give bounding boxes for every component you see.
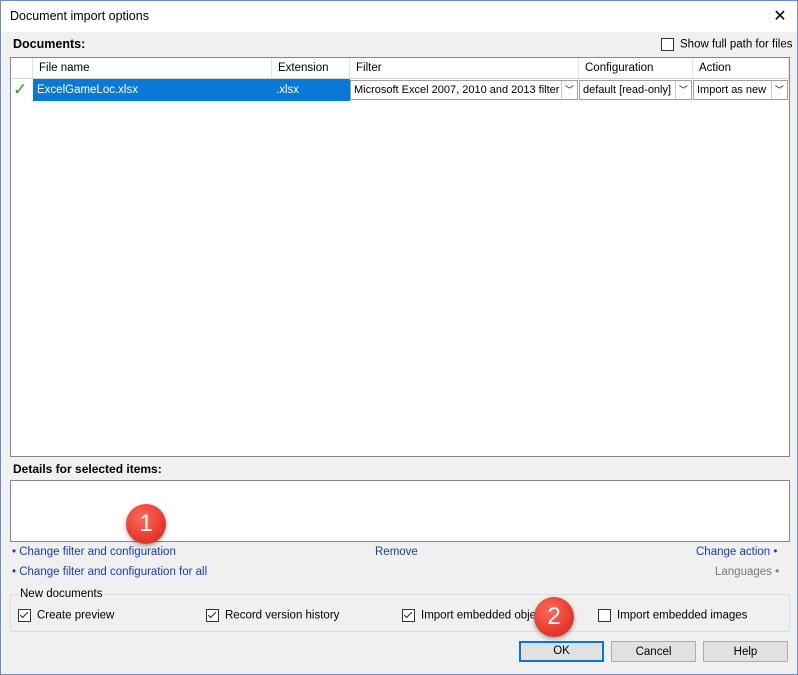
title-bar: Document import options ✕ [1, 1, 797, 32]
column-header-configuration[interactable]: Configuration [579, 58, 693, 78]
import-embedded-objects-checkbox[interactable] [402, 609, 415, 622]
new-documents-legend: New documents [18, 588, 105, 600]
cancel-button[interactable]: Cancel [611, 641, 696, 662]
show-full-path-checkbox[interactable] [661, 38, 674, 51]
configuration-dropdown[interactable]: default [read-only] ﹀ [579, 80, 692, 100]
record-version-history-label: Record version history [225, 609, 340, 622]
annotation-badge-2: 2 [534, 597, 574, 637]
remove-link[interactable]: Remove [375, 546, 418, 558]
import-embedded-objects-label: Import embedded objects [421, 609, 551, 622]
table-row[interactable]: ✓ ExcelGameLoc.xlsx .xlsx Microsoft Exce… [11, 79, 789, 101]
chevron-down-icon[interactable]: ﹀ [675, 81, 691, 99]
annotation-badge-1: 1 [126, 504, 166, 544]
change-filter-all-link[interactable]: • Change filter and configuration for al… [12, 566, 207, 578]
help-button[interactable]: Help [703, 641, 788, 662]
documents-label: Documents: [13, 37, 86, 51]
close-button[interactable]: ✕ [763, 1, 797, 32]
details-label: Details for selected items: [13, 462, 162, 476]
show-full-path-label: Show full path for files [680, 38, 793, 51]
show-full-path-option[interactable]: Show full path for files [661, 38, 793, 51]
column-header-action[interactable]: Action [693, 58, 789, 78]
import-options-dialog: Document import options ✕ Documents: Sho… [0, 0, 798, 675]
column-header-filter[interactable]: Filter [350, 58, 579, 78]
chevron-down-icon[interactable]: ﹀ [771, 81, 787, 99]
green-check-icon: ✓ [13, 80, 28, 99]
create-preview-checkbox[interactable] [18, 609, 31, 622]
file-name-cell[interactable]: ExcelGameLoc.xlsx [33, 79, 272, 101]
action-dropdown[interactable]: Import as new ﹀ [693, 80, 788, 100]
configuration-value: default [read-only] [583, 84, 672, 96]
documents-grid: File name Extension Filter Configuration… [10, 57, 790, 457]
column-header-extension[interactable]: Extension [272, 58, 350, 78]
create-preview-label: Create preview [37, 609, 115, 622]
row-status-cell: ✓ [11, 79, 33, 101]
import-embedded-objects-option[interactable]: Import embedded objects [402, 609, 551, 622]
record-version-history-checkbox[interactable] [206, 609, 219, 622]
import-embedded-images-checkbox[interactable] [598, 609, 611, 622]
extension-cell[interactable]: .xlsx [272, 79, 350, 101]
grid-header: File name Extension Filter Configuration… [11, 58, 789, 79]
chevron-down-icon[interactable]: ﹀ [561, 81, 577, 99]
filter-value: Microsoft Excel 2007, 2010 and 2013 filt… [354, 84, 560, 96]
filter-dropdown[interactable]: Microsoft Excel 2007, 2010 and 2013 filt… [350, 80, 578, 100]
record-version-history-option[interactable]: Record version history [206, 609, 339, 622]
column-header-file-name[interactable]: File name [33, 58, 272, 78]
status-column-header [11, 58, 33, 78]
ok-button[interactable]: OK [519, 641, 604, 662]
create-preview-option[interactable]: Create preview [18, 609, 114, 622]
languages-link: Languages • [715, 566, 780, 578]
dialog-title: Document import options [10, 9, 149, 23]
import-embedded-images-option[interactable]: Import embedded images [598, 609, 747, 622]
import-embedded-images-label: Import embedded images [617, 609, 748, 622]
change-filter-link[interactable]: • Change filter and configuration [12, 546, 176, 558]
action-value: Import as new [697, 84, 767, 96]
change-action-link[interactable]: Change action • [696, 546, 777, 558]
